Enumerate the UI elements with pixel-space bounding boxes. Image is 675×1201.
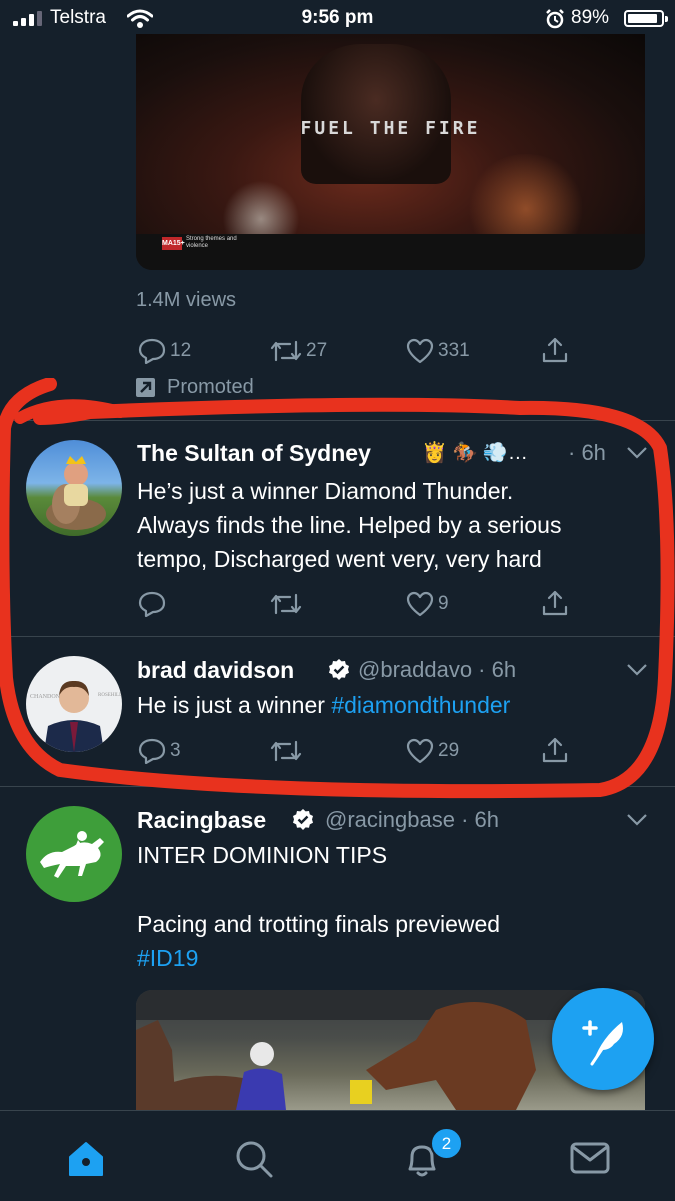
hashtag-link[interactable]: #diamondthunder <box>331 692 510 718</box>
tweet-text-body: He is just a winner <box>137 692 332 718</box>
classification-text: Strong themes and violence <box>186 236 237 249</box>
reply-count: 3 <box>170 740 181 761</box>
reply-button[interactable]: 3 <box>138 738 181 764</box>
view-count: 1.4M views <box>136 289 237 311</box>
battery-percentage: 89% <box>571 7 610 28</box>
divider <box>0 636 675 637</box>
tweet-author-name[interactable]: Racingbase <box>137 807 266 834</box>
tweet-time: · 6h <box>568 440 606 465</box>
share-icon <box>542 337 568 363</box>
avatar[interactable] <box>26 440 122 536</box>
promoted-label: Promoted <box>167 376 254 398</box>
tweet-handle-time: @racingbase · 6h <box>325 807 499 832</box>
author-emoji: 👸 🏇 💨… <box>422 442 528 464</box>
reply-icon <box>138 738 166 764</box>
svg-text:CHANDON: CHANDON <box>30 694 61 700</box>
svg-text:ROSEHILL: ROSEHILL <box>98 693 122 698</box>
retweet-button[interactable]: 27 <box>270 338 327 364</box>
avatar[interactable]: CHANDON ROSEHILL <box>26 656 122 752</box>
divider <box>0 786 675 787</box>
tweet-text-line: Always finds the line. Helped by a serio… <box>137 512 562 538</box>
avatar[interactable] <box>26 806 122 902</box>
compose-tweet-button[interactable] <box>552 988 654 1090</box>
share-icon <box>542 737 568 763</box>
retweet-icon <box>270 740 302 762</box>
retweet-icon <box>270 340 302 362</box>
retweet-count: 27 <box>306 340 328 361</box>
tweet-text-line: INTER DOMINION TIPS <box>137 842 388 868</box>
tweet-handle-time: @braddavo · 6h <box>358 657 517 682</box>
mail-icon <box>570 1142 610 1174</box>
tweet-text-line: He’s just a winner Diamond Thunder. <box>137 478 514 504</box>
like-button[interactable]: 9 <box>406 591 449 617</box>
heart-icon <box>406 338 434 364</box>
reply-count: 12 <box>170 340 192 361</box>
tab-messages[interactable] <box>540 1111 640 1201</box>
status-bar: Telstra 9:56 pm 89% <box>0 0 675 36</box>
divider <box>0 420 675 421</box>
promoted-indicator: Promoted <box>136 376 254 399</box>
share-button[interactable] <box>541 736 569 764</box>
home-icon <box>69 1142 103 1176</box>
tweet-text-line: Pacing and trotting finals previewed <box>137 911 501 937</box>
reply-icon <box>138 591 166 617</box>
bottom-tab-bar <box>0 1110 675 1201</box>
share-icon <box>542 590 568 616</box>
tab-home[interactable] <box>36 1111 136 1201</box>
retweet-button[interactable] <box>270 738 306 764</box>
like-button[interactable]: 29 <box>406 738 459 764</box>
reply-button[interactable]: 12 <box>138 338 191 364</box>
like-button[interactable]: 331 <box>406 338 470 364</box>
hashtag-link[interactable]: #ID19 <box>137 941 198 975</box>
compose-feather-icon <box>582 1020 623 1066</box>
like-count: 29 <box>438 740 460 761</box>
tab-search[interactable] <box>204 1111 304 1201</box>
search-icon <box>236 1141 273 1178</box>
promoted-video[interactable]: FUEL THE FIRE MA15+ Strong themes and vi… <box>136 34 645 270</box>
verified-badge-icon <box>329 659 349 680</box>
reply-button[interactable] <box>138 591 170 617</box>
tweet-text-line: tempo, Discharged went very, very hard <box>137 546 542 572</box>
notification-badge: 2 <box>430 1127 463 1160</box>
like-count: 9 <box>438 593 449 614</box>
chevron-down-icon[interactable] <box>626 663 648 677</box>
share-button[interactable] <box>541 336 569 364</box>
share-button[interactable] <box>541 589 569 617</box>
like-count: 331 <box>438 340 470 361</box>
video-title: FUEL THE FIRE <box>300 118 481 139</box>
verified-badge-icon <box>293 809 313 830</box>
retweet-button[interactable] <box>270 591 306 617</box>
retweet-icon <box>270 593 302 615</box>
heart-icon <box>406 738 434 764</box>
heart-icon <box>406 591 434 617</box>
battery-icon <box>624 10 668 27</box>
tweet-author-name[interactable]: brad davidson <box>137 657 294 684</box>
chevron-down-icon[interactable] <box>626 446 648 460</box>
alarm-icon <box>546 9 564 29</box>
tweet-text: He is just a winner #diamondthunder <box>137 688 510 722</box>
classification-badge: MA15+ <box>162 237 185 250</box>
chevron-down-icon[interactable] <box>626 813 648 827</box>
tweet-author-name[interactable]: The Sultan of Sydney <box>137 440 371 467</box>
promoted-icon <box>136 378 155 397</box>
reply-icon <box>138 338 166 364</box>
